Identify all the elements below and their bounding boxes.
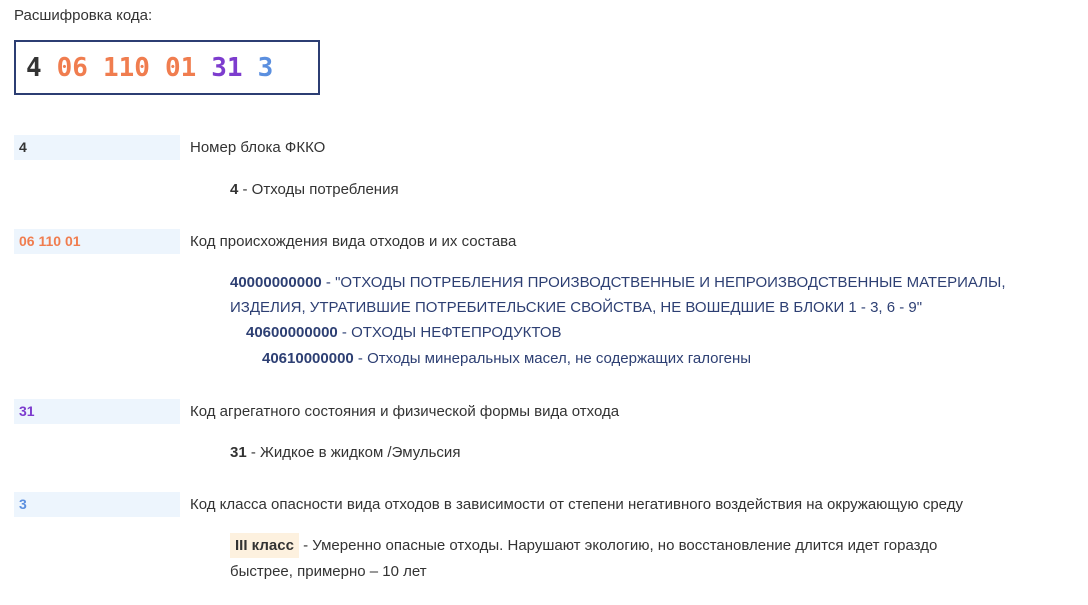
detail-text: - Умеренно опасные отходы. Нарушают экол…: [298, 537, 938, 554]
waste-code-display: 4 06 110 01 31 3: [14, 40, 320, 95]
section-code-label: 31: [14, 399, 180, 424]
entry-text: - ОТХОДЫ НЕФТЕПРОДУКТОВ: [337, 324, 562, 341]
origin-entry-3: 40610000000 - Отходы минеральных масел, …: [262, 346, 1088, 371]
section-detail-continued: быстрее, примерно – 10 лет: [230, 559, 1070, 584]
section-code-label: 4: [14, 135, 180, 160]
section-title: Номер блока ФККО: [190, 139, 326, 156]
origin-entry-2: 40600000000 - ОТХОДЫ НЕФТЕПРОДУКТОВ: [246, 320, 1086, 345]
detail-code: 31: [230, 444, 247, 461]
section-detail: 31 - Жидкое в жидком /Эмульсия: [230, 440, 1070, 465]
detail-text-continued: быстрее, примерно – 10 лет: [230, 563, 427, 580]
code-part-origin-3: 01: [164, 52, 197, 83]
section-title: Код происхождения вида отходов и их сост…: [190, 233, 517, 250]
entry-code: 40610000000: [262, 350, 354, 367]
origin-entry-1: 40000000000 - "ОТХОДЫ ПОТРЕБЛЕНИЯ ПРОИЗВ…: [230, 270, 1070, 295]
section-title: Код класса опасности вида отходов в зави…: [190, 496, 963, 513]
code-part-origin-1: 06: [56, 52, 88, 83]
section-code-label: 3: [14, 492, 180, 517]
entry-text: - Отходы минеральных масел, не содержащи…: [353, 350, 752, 367]
entry-text-continued: ИЗДЕЛИЯ, УТРАТИВШИЕ ПОТРЕБИТЕЛЬСКИЕ СВОЙ…: [230, 299, 923, 316]
hazard-class-badge: III класс: [230, 533, 299, 558]
detail-text: - Жидкое в жидком /Эмульсия: [246, 444, 461, 461]
page-heading: Расшифровка кода:: [14, 7, 153, 24]
origin-entry-1-continued: ИЗДЕЛИЯ, УТРАТИВШИЕ ПОТРЕБИТЕЛЬСКИЕ СВОЙ…: [230, 295, 1070, 320]
section-code-label: 06 110 01: [14, 229, 180, 254]
section-title: Код агрегатного состояния и физической ф…: [190, 403, 620, 420]
entry-code: 40000000000: [230, 274, 322, 291]
detail-text: - Отходы потребления: [238, 181, 399, 198]
code-part-state: 31: [211, 52, 243, 83]
entry-text: - "ОТХОДЫ ПОТРЕБЛЕНИЯ ПРОИЗВОДСТВЕННЫЕ И…: [321, 274, 1006, 291]
code-part-origin-2: 110: [102, 52, 150, 83]
code-part-hazard-class: 3: [257, 52, 274, 83]
section-detail: 4 - Отходы потребления: [230, 177, 1070, 202]
entry-code: 40600000000: [246, 324, 338, 341]
code-part-block: 4: [26, 52, 42, 83]
section-detail: III класс - Умеренно опасные отходы. Нар…: [230, 533, 1070, 558]
